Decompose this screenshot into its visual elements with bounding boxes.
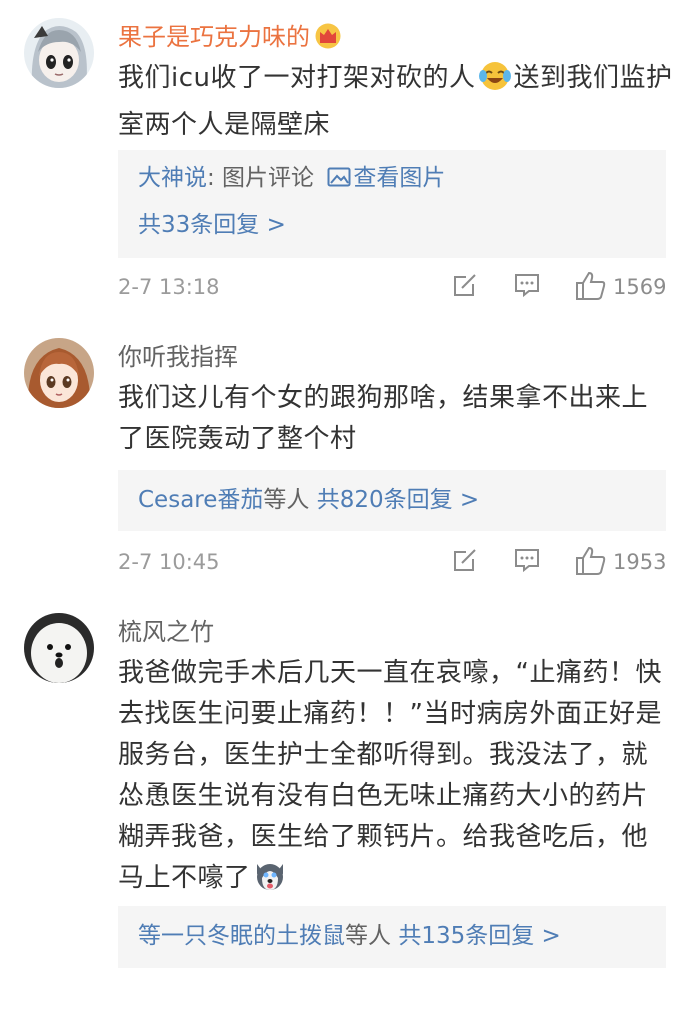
reply-line-2: 共33条回复 > bbox=[138, 209, 646, 241]
reply-count-link[interactable]: 共33条回复 > bbox=[138, 212, 286, 238]
repost-icon[interactable] bbox=[450, 545, 480, 579]
comment-text: 我们icu收了一对打架对砍的人 送到我们监护室两个人是隔壁床 bbox=[118, 58, 673, 146]
comment-text: 我爸做完手术后几天一直在哀嚎，“止痛药！快去找医生问要止痛药！！”当时病房外面正… bbox=[118, 653, 673, 905]
reply-box[interactable]: 大神说: 图片评论 查看图片 共33条回复 > bbox=[118, 150, 666, 258]
repliers-link[interactable]: 等一只冬眠的土拨鼠 bbox=[138, 923, 345, 949]
laugh-cry-emoji bbox=[478, 60, 512, 105]
white-dog-avatar-icon bbox=[24, 613, 94, 683]
thumbs-up-icon[interactable] bbox=[574, 270, 608, 306]
username[interactable]: 果子是巧克力味的 bbox=[118, 22, 342, 56]
repliers-link[interactable]: Cesare番茄 bbox=[138, 487, 263, 513]
comment-text-content: 我爸做完手术后几天一直在哀嚎，“止痛药！快去找医生问要止痛药！！”当时病房外面正… bbox=[118, 658, 662, 893]
avatar[interactable] bbox=[24, 613, 94, 683]
repliers-suffix: 等人 bbox=[345, 923, 399, 949]
crown-icon bbox=[314, 23, 342, 56]
reply-line-1: 等一只冬眠的土拨鼠等人 共135条回复 > bbox=[138, 920, 646, 952]
reply-author-link[interactable]: 大神说 bbox=[138, 165, 207, 191]
reply-count-link[interactable]: 共820条回复 > bbox=[317, 487, 479, 513]
avatar[interactable] bbox=[24, 338, 94, 408]
husky-emoji bbox=[253, 860, 287, 905]
comment-icon[interactable] bbox=[512, 545, 542, 579]
reply-count-link[interactable]: 共135条回复 > bbox=[398, 923, 560, 949]
comment-2: 你听我指挥 我们这儿有个女的跟狗那啥，结果拿不出来上了医院轰动了整个村 Cesa… bbox=[0, 320, 690, 595]
thumbs-up-icon[interactable] bbox=[574, 545, 608, 581]
anime-girl-avatar-icon bbox=[24, 18, 94, 88]
like-count: 1953 bbox=[613, 550, 667, 574]
reply-box[interactable]: 等一只冬眠的土拨鼠等人 共135条回复 > bbox=[118, 906, 666, 968]
reply-box[interactable]: Cesare番茄等人 共820条回复 > bbox=[118, 470, 666, 531]
reply-line-1: 大神说: 图片评论 查看图片 bbox=[138, 162, 646, 197]
username-text[interactable]: 果子是巧克力味的 bbox=[118, 23, 310, 51]
comment-text-a: 我们icu收了一对打架对砍的人 bbox=[118, 63, 476, 93]
avatar[interactable] bbox=[24, 18, 94, 88]
timestamp: 2-7 10:45 bbox=[118, 550, 220, 574]
comment-text: 我们这儿有个女的跟狗那啥，结果拿不出来上了医院轰动了整个村 bbox=[118, 383, 649, 454]
timestamp: 2-7 13:18 bbox=[118, 275, 220, 299]
reply-preview-text: : 图片评论 bbox=[207, 165, 322, 191]
comment-icon[interactable] bbox=[512, 270, 542, 304]
comment-3: 梳风之竹 我爸做完手术后几天一直在哀嚎，“止痛药！快去找医生问要止痛药！！”当时… bbox=[0, 595, 690, 1033]
comment-meta: 2-7 13:18 1569 bbox=[118, 268, 673, 308]
image-icon bbox=[327, 165, 351, 197]
repost-icon[interactable] bbox=[450, 270, 480, 304]
repliers-suffix: 等人 bbox=[263, 487, 317, 513]
like-count: 1569 bbox=[613, 275, 667, 299]
username[interactable]: 你听我指挥 bbox=[118, 342, 238, 372]
view-image-link[interactable]: 查看图片 bbox=[353, 165, 445, 191]
comment-1: 果子是巧克力味的 我们icu收了一对打架对砍的人 送到我们监护室两个人是隔壁床 … bbox=[0, 0, 690, 320]
reply-line-1: Cesare番茄等人 共820条回复 > bbox=[138, 484, 646, 516]
anime-girl-avatar-icon bbox=[24, 338, 94, 408]
username[interactable]: 梳风之竹 bbox=[118, 617, 214, 647]
comment-meta: 2-7 10:45 1953 bbox=[118, 543, 673, 583]
